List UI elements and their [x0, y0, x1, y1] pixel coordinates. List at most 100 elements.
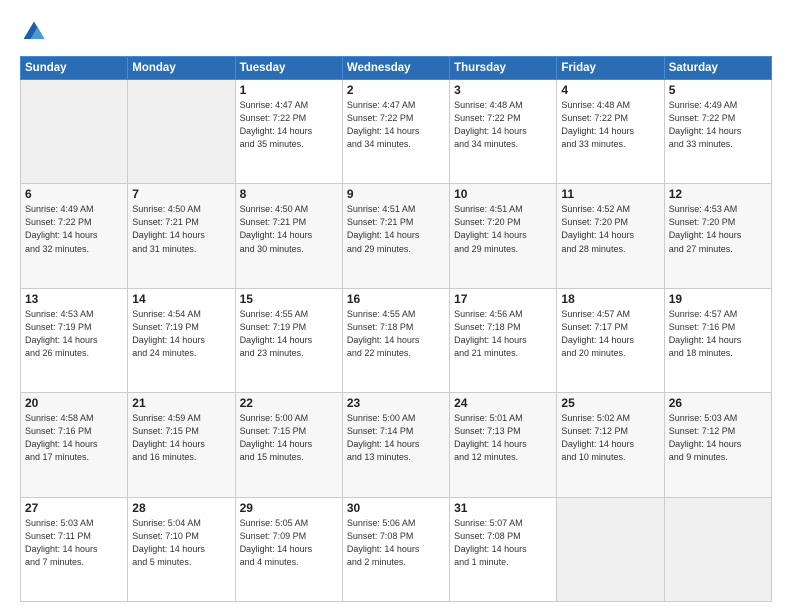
calendar-week-row: 1 Sunrise: 4:47 AM Sunset: 7:22 PM Daylig… — [21, 80, 772, 184]
day-number: 8 — [240, 187, 338, 201]
day-info: Sunrise: 4:57 AM Sunset: 7:16 PM Dayligh… — [669, 308, 767, 360]
day-info: Sunrise: 4:59 AM Sunset: 7:15 PM Dayligh… — [132, 412, 230, 464]
day-info: Sunrise: 4:53 AM Sunset: 7:20 PM Dayligh… — [669, 203, 767, 255]
calendar-cell: 1 Sunrise: 4:47 AM Sunset: 7:22 PM Daylig… — [235, 80, 342, 184]
day-number: 11 — [561, 187, 659, 201]
calendar-cell — [664, 497, 771, 601]
calendar-cell: 13 Sunrise: 4:53 AM Sunset: 7:19 PM Dayli… — [21, 288, 128, 392]
day-number: 22 — [240, 396, 338, 410]
calendar-cell: 9 Sunrise: 4:51 AM Sunset: 7:21 PM Daylig… — [342, 184, 449, 288]
day-number: 15 — [240, 292, 338, 306]
day-info: Sunrise: 4:48 AM Sunset: 7:22 PM Dayligh… — [454, 99, 552, 151]
calendar-cell: 14 Sunrise: 4:54 AM Sunset: 7:19 PM Dayli… — [128, 288, 235, 392]
logo-icon — [20, 18, 48, 46]
day-number: 27 — [25, 501, 123, 515]
day-info: Sunrise: 4:47 AM Sunset: 7:22 PM Dayligh… — [240, 99, 338, 151]
calendar-cell: 3 Sunrise: 4:48 AM Sunset: 7:22 PM Daylig… — [450, 80, 557, 184]
logo — [20, 18, 52, 46]
day-info: Sunrise: 5:07 AM Sunset: 7:08 PM Dayligh… — [454, 517, 552, 569]
day-info: Sunrise: 4:58 AM Sunset: 7:16 PM Dayligh… — [25, 412, 123, 464]
day-info: Sunrise: 5:05 AM Sunset: 7:09 PM Dayligh… — [240, 517, 338, 569]
day-number: 5 — [669, 83, 767, 97]
day-number: 7 — [132, 187, 230, 201]
calendar-cell: 19 Sunrise: 4:57 AM Sunset: 7:16 PM Dayli… — [664, 288, 771, 392]
day-info: Sunrise: 4:51 AM Sunset: 7:21 PM Dayligh… — [347, 203, 445, 255]
day-info: Sunrise: 4:49 AM Sunset: 7:22 PM Dayligh… — [25, 203, 123, 255]
calendar-cell: 30 Sunrise: 5:06 AM Sunset: 7:08 PM Dayli… — [342, 497, 449, 601]
day-number: 2 — [347, 83, 445, 97]
day-info: Sunrise: 5:02 AM Sunset: 7:12 PM Dayligh… — [561, 412, 659, 464]
day-info: Sunrise: 5:06 AM Sunset: 7:08 PM Dayligh… — [347, 517, 445, 569]
calendar-cell: 11 Sunrise: 4:52 AM Sunset: 7:20 PM Dayli… — [557, 184, 664, 288]
day-info: Sunrise: 4:53 AM Sunset: 7:19 PM Dayligh… — [25, 308, 123, 360]
weekday-header: Saturday — [664, 57, 771, 80]
calendar-cell: 6 Sunrise: 4:49 AM Sunset: 7:22 PM Daylig… — [21, 184, 128, 288]
calendar-cell — [557, 497, 664, 601]
calendar-cell: 4 Sunrise: 4:48 AM Sunset: 7:22 PM Daylig… — [557, 80, 664, 184]
day-number: 28 — [132, 501, 230, 515]
day-number: 6 — [25, 187, 123, 201]
calendar-cell: 20Sunrise: 4:58 AM Sunset: 7:16 PM Dayli… — [21, 393, 128, 497]
day-number: 25 — [561, 396, 659, 410]
day-number: 18 — [561, 292, 659, 306]
day-info: Sunrise: 4:55 AM Sunset: 7:18 PM Dayligh… — [347, 308, 445, 360]
day-number: 1 — [240, 83, 338, 97]
calendar-cell: 10 Sunrise: 4:51 AM Sunset: 7:20 PM Dayli… — [450, 184, 557, 288]
weekday-header: Wednesday — [342, 57, 449, 80]
day-number: 16 — [347, 292, 445, 306]
day-number: 10 — [454, 187, 552, 201]
day-info: Sunrise: 5:04 AM Sunset: 7:10 PM Dayligh… — [132, 517, 230, 569]
day-info: Sunrise: 4:49 AM Sunset: 7:22 PM Dayligh… — [669, 99, 767, 151]
day-number: 9 — [347, 187, 445, 201]
weekday-header: Tuesday — [235, 57, 342, 80]
weekday-header: Friday — [557, 57, 664, 80]
day-number: 19 — [669, 292, 767, 306]
calendar-cell: 12Sunrise: 4:53 AM Sunset: 7:20 PM Dayli… — [664, 184, 771, 288]
day-info: Sunrise: 4:50 AM Sunset: 7:21 PM Dayligh… — [132, 203, 230, 255]
calendar-cell: 22 Sunrise: 5:00 AM Sunset: 7:15 PM Dayli… — [235, 393, 342, 497]
day-info: Sunrise: 4:57 AM Sunset: 7:17 PM Dayligh… — [561, 308, 659, 360]
day-info: Sunrise: 4:54 AM Sunset: 7:19 PM Dayligh… — [132, 308, 230, 360]
calendar-cell: 31 Sunrise: 5:07 AM Sunset: 7:08 PM Dayli… — [450, 497, 557, 601]
day-info: Sunrise: 5:00 AM Sunset: 7:15 PM Dayligh… — [240, 412, 338, 464]
calendar-cell — [21, 80, 128, 184]
calendar-cell: 17 Sunrise: 4:56 AM Sunset: 7:18 PM Dayli… — [450, 288, 557, 392]
day-number: 3 — [454, 83, 552, 97]
day-info: Sunrise: 4:56 AM Sunset: 7:18 PM Dayligh… — [454, 308, 552, 360]
calendar-cell: 26Sunrise: 5:03 AM Sunset: 7:12 PM Dayli… — [664, 393, 771, 497]
calendar-week-row: 6 Sunrise: 4:49 AM Sunset: 7:22 PM Daylig… — [21, 184, 772, 288]
day-info: Sunrise: 5:03 AM Sunset: 7:11 PM Dayligh… — [25, 517, 123, 569]
calendar-cell: 2 Sunrise: 4:47 AM Sunset: 7:22 PM Daylig… — [342, 80, 449, 184]
calendar-week-row: 20Sunrise: 4:58 AM Sunset: 7:16 PM Dayli… — [21, 393, 772, 497]
weekday-header: Sunday — [21, 57, 128, 80]
calendar-cell: 28 Sunrise: 5:04 AM Sunset: 7:10 PM Dayli… — [128, 497, 235, 601]
day-info: Sunrise: 5:00 AM Sunset: 7:14 PM Dayligh… — [347, 412, 445, 464]
calendar-cell: 15 Sunrise: 4:55 AM Sunset: 7:19 PM Dayli… — [235, 288, 342, 392]
calendar-cell: 8Sunrise: 4:50 AM Sunset: 7:21 PM Daylig… — [235, 184, 342, 288]
day-info: Sunrise: 4:48 AM Sunset: 7:22 PM Dayligh… — [561, 99, 659, 151]
day-info: Sunrise: 4:55 AM Sunset: 7:19 PM Dayligh… — [240, 308, 338, 360]
day-info: Sunrise: 4:51 AM Sunset: 7:20 PM Dayligh… — [454, 203, 552, 255]
page: SundayMondayTuesdayWednesdayThursdayFrid… — [0, 0, 792, 612]
day-number: 31 — [454, 501, 552, 515]
calendar-cell: 23 Sunrise: 5:00 AM Sunset: 7:14 PM Dayli… — [342, 393, 449, 497]
day-number: 23 — [347, 396, 445, 410]
day-info: Sunrise: 5:01 AM Sunset: 7:13 PM Dayligh… — [454, 412, 552, 464]
calendar-cell — [128, 80, 235, 184]
day-number: 4 — [561, 83, 659, 97]
day-info: Sunrise: 4:47 AM Sunset: 7:22 PM Dayligh… — [347, 99, 445, 151]
calendar-cell: 27 Sunrise: 5:03 AM Sunset: 7:11 PM Dayli… — [21, 497, 128, 601]
calendar-cell: 16 Sunrise: 4:55 AM Sunset: 7:18 PM Dayli… — [342, 288, 449, 392]
calendar-cell: 5 Sunrise: 4:49 AM Sunset: 7:22 PM Daylig… — [664, 80, 771, 184]
day-number: 21 — [132, 396, 230, 410]
day-info: Sunrise: 4:52 AM Sunset: 7:20 PM Dayligh… — [561, 203, 659, 255]
day-number: 24 — [454, 396, 552, 410]
day-number: 13 — [25, 292, 123, 306]
day-number: 14 — [132, 292, 230, 306]
calendar-cell: 18 Sunrise: 4:57 AM Sunset: 7:17 PM Dayli… — [557, 288, 664, 392]
day-number: 30 — [347, 501, 445, 515]
calendar-week-row: 13 Sunrise: 4:53 AM Sunset: 7:19 PM Dayli… — [21, 288, 772, 392]
day-number: 26 — [669, 396, 767, 410]
day-number: 17 — [454, 292, 552, 306]
calendar-cell: 21 Sunrise: 4:59 AM Sunset: 7:15 PM Dayli… — [128, 393, 235, 497]
